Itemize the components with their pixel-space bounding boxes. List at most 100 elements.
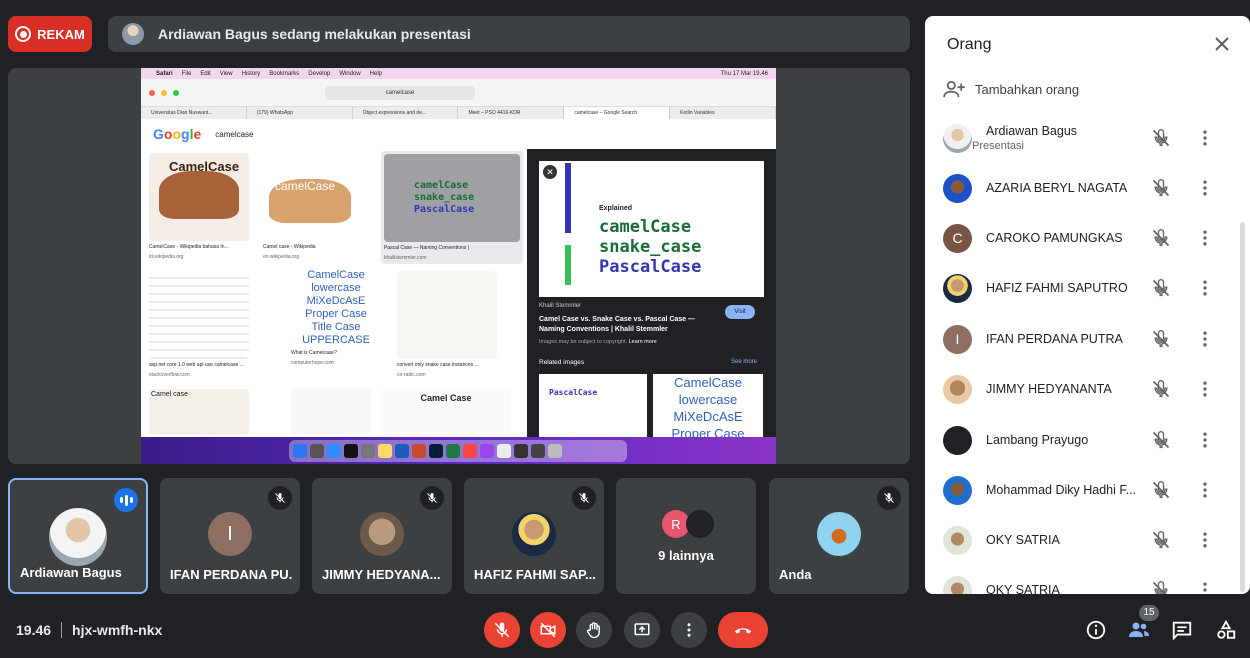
thumb-text: MiXeDcAsE: [306, 295, 366, 307]
menubar-item: History: [241, 70, 261, 77]
meeting-info: 19.46 hjx-wmfh-nkx: [16, 622, 162, 638]
image-result: CamelCase CamelCase - Wikipedia bahasa I…: [149, 153, 249, 260]
image-result: asp.net core 1.0 web api use camelcase .…: [149, 271, 249, 378]
mac-menubar: Safari File Edit View History Bookmarks …: [141, 68, 776, 79]
record-icon: [15, 26, 32, 42]
preview-explained: Explained: [599, 205, 633, 212]
thumb-text: camelCase: [414, 180, 469, 191]
more-vert-icon: [687, 623, 691, 637]
chat-icon: [1172, 621, 1192, 641]
safari-tab: Object expressions and de...: [353, 107, 459, 119]
close-icon: [1215, 37, 1229, 51]
participant-scrollbar[interactable]: [1240, 222, 1245, 592]
people-panel: Orang Tambahkan orang: [925, 16, 1250, 594]
related-image: CamelCase lowercase MiXeDcAsE Proper Cas…: [653, 374, 763, 437]
close-panel-button[interactable]: [1214, 36, 1230, 52]
camel-image: camelCase: [263, 153, 363, 241]
menubar-item: Develop: [308, 70, 331, 77]
safari-toolbar: camelcase: [141, 79, 776, 107]
mic-off-icon: [494, 622, 510, 638]
safari-tabs: Universitas Dian Nuswant... (179) WhatsA…: [141, 107, 776, 119]
result-source: id.wikipedia.org: [149, 253, 184, 260]
safari-tab: (179) WhatsApp: [247, 107, 353, 119]
shapes-icon: [1217, 619, 1236, 639]
participant-tile-overflow[interactable]: R 9 lainnya: [616, 478, 756, 594]
tile-name: Ardiawan Bagus: [20, 565, 122, 580]
avatar: [686, 510, 714, 538]
safari-tab: Universitas Dian Nuswant...: [141, 107, 247, 119]
thumb-text: snake_case: [414, 192, 475, 203]
meeting-time: 19.46: [16, 622, 52, 638]
thumb-text: PascalCase: [414, 204, 475, 215]
present-icon: [634, 623, 650, 636]
menubar-item: Bookmarks: [269, 70, 300, 77]
add-people-label: Tambahkan orang: [975, 81, 1080, 97]
record-button[interactable]: REKAM: [8, 16, 92, 52]
add-people-button[interactable]: Tambahkan orang: [943, 80, 1079, 98]
image-result: Camel case: [149, 389, 249, 435]
preview-title: Camel Case vs. Snake Case vs. Pascal Cas…: [539, 316, 696, 333]
menubar-item: Window: [339, 70, 361, 77]
participant-tile[interactable]: Ardiawan Bagus: [8, 478, 148, 594]
close-icon: ✕: [543, 165, 557, 179]
related-image: PascalCase: [539, 374, 647, 437]
presenter-avatar: [122, 23, 144, 45]
google-search-text: camelcase: [215, 129, 254, 139]
menubar-item: View: [219, 70, 233, 77]
tile-name: JIMMY HEDYANA...: [322, 567, 441, 582]
preview-image: ✕ Explained camelCase snake_case PascalC…: [539, 161, 764, 297]
avatar: [360, 512, 404, 556]
raise-hand-button[interactable]: [576, 612, 612, 648]
camera-toggle-button[interactable]: [530, 612, 566, 648]
result-source: stackoverflow.com: [149, 371, 190, 378]
chat-button[interactable]: [1166, 614, 1198, 646]
result-title: What is Camelcase?: [291, 350, 337, 356]
result-source: en.wikipedia.org: [263, 253, 300, 260]
meeting-details-button[interactable]: [1080, 614, 1112, 646]
preview-word: PascalCase: [599, 257, 702, 277]
result-title: Camel case - Wikipedia: [263, 244, 316, 250]
camera-off-icon: [540, 622, 556, 638]
mac-dock: [141, 437, 776, 464]
thumb-text: Camel case: [149, 389, 249, 435]
mic-toggle-button[interactable]: [484, 612, 520, 648]
thumb-text: Title Case: [311, 321, 361, 333]
result-title: CamelCase - Wikipedia bahasa In...: [149, 244, 229, 250]
participant-tile[interactable]: I IFAN PERDANA PU...: [160, 478, 300, 594]
present-button[interactable]: [624, 612, 660, 648]
pascal-image: camelCase snake_case PascalCase: [384, 154, 520, 242]
related-word: MiXeDcAsE: [673, 409, 743, 424]
hangup-icon: [734, 628, 752, 634]
camel-image: CamelCase: [149, 153, 249, 241]
thumb-text: Camel Case: [381, 389, 511, 435]
preview-see-more: See more: [731, 359, 758, 365]
leave-call-button[interactable]: [718, 612, 768, 648]
activities-button[interactable]: [1210, 614, 1242, 646]
thumb-text: CamelCase: [169, 159, 240, 174]
info-icon: [1086, 620, 1106, 640]
thumb-text: lowercase: [311, 282, 361, 294]
thumb-text: Proper Case: [305, 308, 367, 320]
result-source: co-radic.com: [397, 371, 426, 378]
mic-off-icon: [268, 486, 292, 510]
presentation-text: Ardiawan Bagus sedang melakukan presenta…: [158, 26, 471, 42]
dock-icons: [289, 440, 627, 462]
safari-tab: Meet – PSO 4416-KDR: [458, 107, 565, 119]
result-title: convert only snake case instances ...: [397, 362, 479, 368]
safari-tab: Kotlin Variables: [670, 107, 776, 119]
more-options-button[interactable]: [671, 612, 707, 648]
participant-tile[interactable]: HAFIZ FAHMI SAP...: [464, 478, 604, 594]
avatar: I: [208, 512, 252, 556]
participant-tile-self[interactable]: Anda: [769, 478, 909, 594]
image-result: Camel Case: [381, 389, 511, 435]
image-result-selected: camelCase snake_case PascalCase Pascal C…: [381, 151, 523, 264]
result-source: computerhope.com: [291, 359, 334, 366]
mic-off-icon: [420, 486, 444, 510]
record-label: REKAM: [37, 26, 85, 42]
preview-learn-more: Learn more: [628, 339, 657, 345]
minimize-dot-icon: [161, 89, 167, 96]
meeting-code: hjx-wmfh-nkx: [72, 622, 163, 638]
related-word: lowercase: [678, 392, 738, 407]
participant-tile[interactable]: JIMMY HEDYANA...: [312, 478, 452, 594]
image-result: convert only snake case instances ... co…: [397, 271, 497, 378]
